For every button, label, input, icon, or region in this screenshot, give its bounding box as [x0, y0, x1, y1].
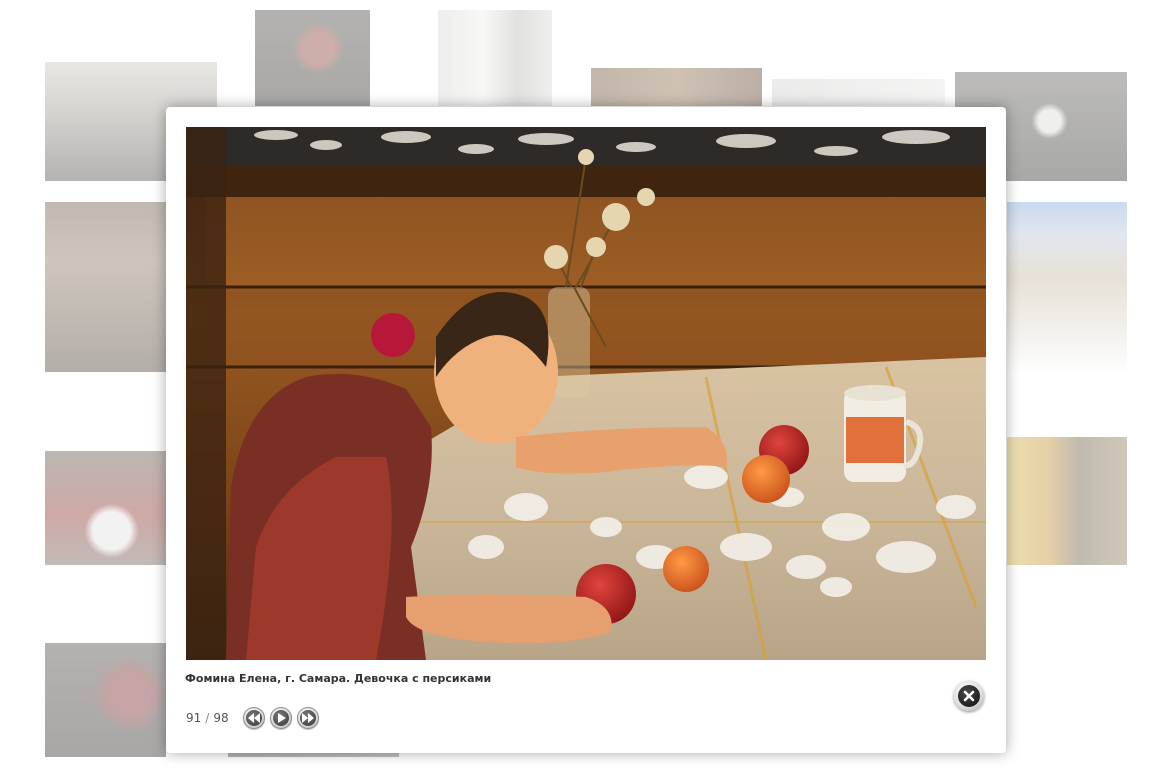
gallery-thumbnail[interactable]: [438, 10, 552, 106]
lightbox-photo: [186, 127, 986, 660]
photo-illustration: [186, 127, 986, 660]
photo-caption: Фомина Елена, г. Самара. Девочка с перси…: [185, 672, 492, 685]
close-button[interactable]: [954, 681, 984, 711]
gallery-thumbnail[interactable]: [45, 202, 166, 372]
counter-total: 98: [213, 711, 229, 725]
counter-separator: /: [205, 711, 210, 725]
fast-forward-icon: [300, 710, 316, 726]
gallery-thumbnail[interactable]: [1007, 437, 1127, 565]
gallery-thumbnail[interactable]: [591, 68, 762, 106]
previous-button[interactable]: [243, 707, 265, 729]
counter-current: 91: [186, 711, 202, 725]
rewind-icon: [246, 710, 262, 726]
play-icon: [273, 710, 289, 726]
gallery-thumbnail[interactable]: [1007, 202, 1127, 372]
close-icon: [958, 685, 980, 707]
gallery-thumbnail[interactable]: [45, 451, 166, 565]
gallery-thumbnail[interactable]: [772, 79, 945, 106]
image-counter: 91/98: [186, 711, 229, 725]
play-slideshow-button[interactable]: [270, 707, 292, 729]
gallery-thumbnail[interactable]: [45, 643, 166, 757]
gallery-thumbnail[interactable]: [255, 10, 370, 106]
next-button[interactable]: [297, 707, 319, 729]
lightbox-panel: Фомина Елена, г. Самара. Девочка с перси…: [166, 107, 1006, 753]
